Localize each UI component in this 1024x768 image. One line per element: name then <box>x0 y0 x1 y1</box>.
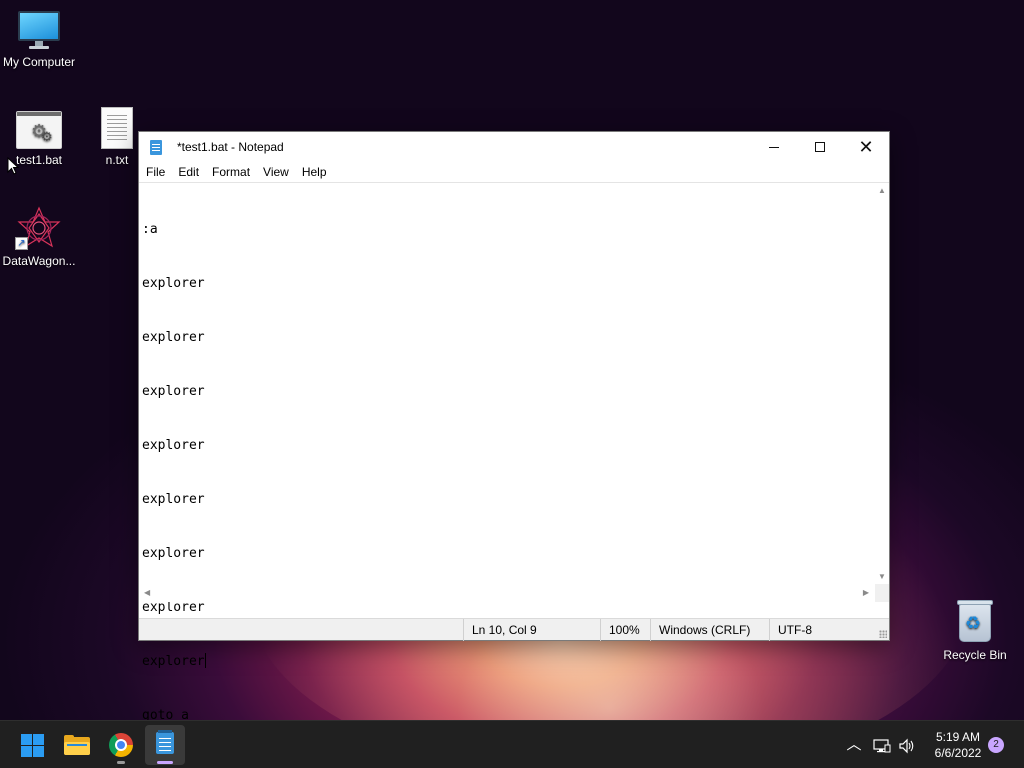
resize-grip-icon[interactable] <box>879 630 887 638</box>
status-cursor-position: Ln 10, Col 9 <box>463 619 599 641</box>
menu-format[interactable]: Format <box>205 165 256 179</box>
desktop-icon-my-computer[interactable]: My Computer <box>0 11 79 69</box>
scroll-up-icon[interactable]: ▲ <box>878 186 886 195</box>
notepad-app-icon <box>148 139 164 155</box>
clock-date: 6/6/2022 <box>934 746 982 760</box>
monitor-icon <box>17 11 61 51</box>
status-bar: Ln 10, Col 9 100% Windows (CRLF) UTF-8 <box>139 618 889 641</box>
system-clock[interactable]: 5:19 AM 6/6/2022 <box>918 721 998 768</box>
windows-start-icon <box>21 734 44 757</box>
running-indicator <box>117 761 125 764</box>
desktop-icon-recycle-bin[interactable]: ♻ Recycle Bin <box>935 598 1015 662</box>
menu-help[interactable]: Help <box>295 165 333 179</box>
chrome-icon <box>109 733 133 757</box>
status-line-ending: Windows (CRLF) <box>650 619 770 641</box>
desktop-icon-datawagon[interactable]: ↗ DataWagon... <box>0 206 79 268</box>
maximize-button[interactable] <box>797 132 843 162</box>
text-line: explorer <box>142 330 205 345</box>
title-bar[interactable]: *test1.bat - Notepad ✕ <box>139 132 889 162</box>
minimize-icon <box>769 146 779 148</box>
desktop-icon-label: My Computer <box>2 55 76 69</box>
text-line: explorer <box>142 492 205 507</box>
status-zoom: 100% <box>600 619 651 641</box>
scroll-left-icon[interactable]: ◀ <box>144 588 150 597</box>
volume-icon[interactable] <box>897 721 917 768</box>
window-title: *test1.bat - Notepad <box>177 140 284 154</box>
scroll-right-icon[interactable]: ▶ <box>863 588 869 597</box>
text-line: explorer <box>142 438 205 453</box>
close-button[interactable]: ✕ <box>843 132 889 162</box>
maximize-icon <box>815 142 825 152</box>
scroll-down-icon[interactable]: ▼ <box>878 572 886 581</box>
horizontal-scrollbar[interactable]: ◀ ▶ <box>139 584 875 602</box>
text-file-icon <box>101 107 133 149</box>
notification-badge[interactable]: 2 <box>988 737 1004 753</box>
datawagon-shortcut-icon: ↗ <box>15 206 63 250</box>
file-explorer-icon <box>64 735 90 755</box>
menu-view[interactable]: View <box>256 165 295 179</box>
active-indicator <box>157 761 173 764</box>
text-content[interactable]: :a explorer explorer explorer explorer e… <box>142 185 875 723</box>
desktop-icon-label: DataWagon... <box>2 254 76 268</box>
taskbar: ︿ 5:19 AM 6/6/2022 2 <box>0 720 1024 768</box>
menu-edit[interactable]: Edit <box>171 165 205 179</box>
text-line: explorer <box>142 654 205 669</box>
taskbar-chrome[interactable] <box>101 725 141 765</box>
text-line: explorer <box>142 276 205 291</box>
menu-bar: File Edit Format View Help <box>139 162 889 182</box>
text-line: explorer <box>142 546 205 561</box>
text-line: explorer <box>142 384 205 399</box>
chevron-up-icon[interactable]: ︿ <box>844 721 864 768</box>
recycle-bin-icon: ♻ <box>955 598 995 644</box>
network-icon[interactable] <box>872 721 892 768</box>
desktop-icon-label: Recycle Bin <box>943 648 1007 662</box>
clock-time: 5:19 AM <box>935 730 981 744</box>
start-button[interactable] <box>12 725 52 765</box>
batch-file-icon: ⚙ ⚙ <box>16 111 62 149</box>
notepad-icon <box>156 730 174 754</box>
taskbar-notepad[interactable] <box>145 725 185 765</box>
taskbar-file-explorer[interactable] <box>57 725 97 765</box>
text-line-with-caret: explorer <box>142 653 875 671</box>
close-icon: ✕ <box>858 137 874 157</box>
notepad-window: *test1.bat - Notepad ✕ File Edit Format … <box>138 131 890 723</box>
text-caret <box>204 653 206 668</box>
shortcut-arrow-icon: ↗ <box>15 237 28 250</box>
scrollbar-corner <box>875 584 889 602</box>
minimize-button[interactable] <box>751 132 797 162</box>
text-line: :a <box>142 222 158 237</box>
vertical-scrollbar[interactable]: ▲ ▼ <box>875 183 889 584</box>
menu-file[interactable]: File <box>139 165 171 179</box>
text-editor[interactable]: :a explorer explorer explorer explorer e… <box>139 182 889 723</box>
status-encoding: UTF-8 <box>769 619 875 641</box>
